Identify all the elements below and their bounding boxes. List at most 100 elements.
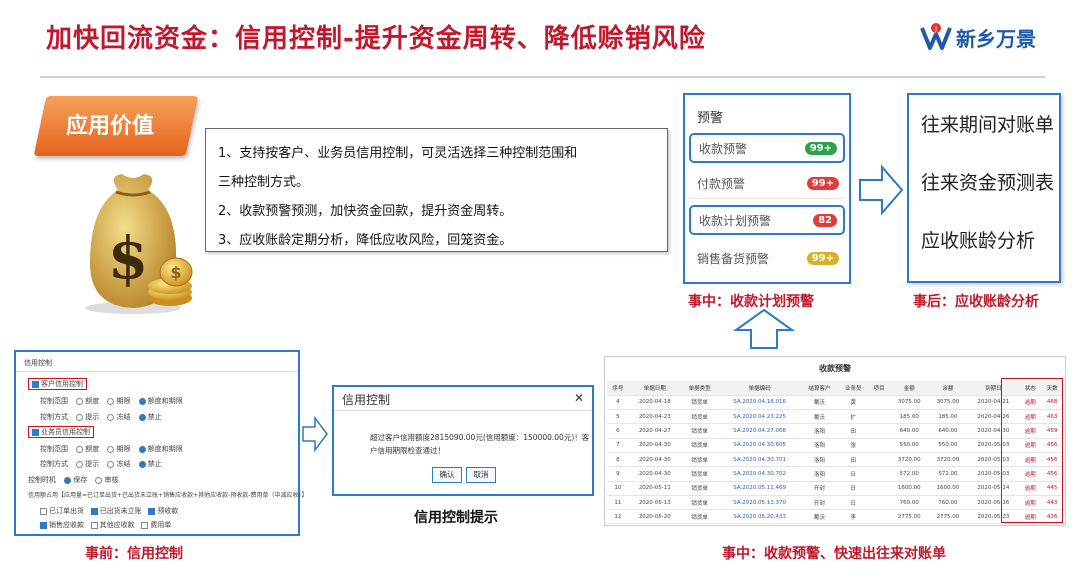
- radio-label: 审核: [104, 476, 119, 484]
- checkbox-icon[interactable]: [40, 521, 47, 529]
- table-cell: 6: [607, 423, 629, 439]
- radio-icon[interactable]: [138, 397, 146, 405]
- radio-icon[interactable]: [138, 445, 146, 453]
- confirm-button[interactable]: 确认: [432, 467, 462, 483]
- warning-item-receipt[interactable]: 收款预警 99+: [689, 133, 845, 163]
- table-cell: [868, 481, 890, 496]
- radio-label: 额度和期限: [147, 445, 183, 453]
- table-cell: SA.2020.04.23.225: [718, 409, 801, 425]
- table-cell: 2020-04-23: [628, 409, 681, 425]
- cancel-button[interactable]: 取消: [466, 467, 496, 483]
- checkbox-icon[interactable]: [40, 507, 47, 515]
- arrow-right-icon: [858, 164, 904, 216]
- table-cell: 2020-04-18: [628, 395, 681, 411]
- table-cell: 1600.00: [928, 481, 968, 496]
- table-cell: 550.00: [889, 438, 929, 453]
- table-cell: 日: [838, 466, 869, 482]
- table-cell: 戴沃: [800, 509, 839, 525]
- credit-formula-text: 信用额占用【应用量=已订单出货+已出货未立账+销售应收款+其他应收款-预收款-费…: [28, 492, 308, 499]
- after-item[interactable]: 应收账龄分析: [921, 221, 1047, 279]
- table-header-row: 序号 单据日期 单据类型 单据编码 结算客户 业务员 项目 金额 余额 到期日 …: [607, 381, 1063, 396]
- table-cell: 4: [607, 395, 629, 411]
- checkbox-icon[interactable]: [90, 507, 98, 515]
- table-row[interactable]: 8 2020-04-30 销货单 SA.2020.04.30.701 洛阳田 3720.0…: [607, 452, 1063, 468]
- checkbox-icon[interactable]: [141, 521, 149, 529]
- after-item[interactable]: 往来期间对账单: [921, 105, 1054, 163]
- table-cell: 田: [838, 423, 869, 439]
- warning-item-label: 销售备货预警: [697, 251, 770, 266]
- radio-label: 提示: [85, 460, 100, 468]
- table-cell: 640.00: [889, 423, 929, 439]
- table-cell: SA.2020.04.18.016: [718, 395, 801, 411]
- table-cell: 2775.00: [928, 509, 968, 525]
- checkbox-label: 已订单出货: [49, 507, 84, 515]
- table-row[interactable]: 5 2020-04-23 销货单 SA.2020.04.23.225 戴沃扩 185.00…: [607, 409, 1063, 425]
- table-cell: 2020-04-30: [628, 438, 681, 453]
- table-row[interactable]: 9 2020-04-30 销货单 SA.2020.04.30.702 洛阳日 572.00…: [607, 466, 1063, 482]
- table-row[interactable]: 11 2020-05-13 销货单 SA.2020.05.13.370 开封日 760.0…: [607, 495, 1063, 511]
- table-row[interactable]: 7 2020-04-30 销货单 SA.2020.04.30.605 洛阳张 550.00…: [607, 438, 1063, 453]
- warning-item-label: 付款预警: [697, 177, 746, 191]
- table-cell: 8: [607, 452, 629, 468]
- credit-settings-title: 信用控制: [16, 352, 298, 372]
- checkbox-label: 已出货未立账: [99, 507, 142, 515]
- salesperson-credit-option[interactable]: 业务员信用控制: [28, 426, 94, 438]
- warning-item-receipt-plan[interactable]: 收款计划预警 82: [689, 205, 845, 235]
- table-cell: 760.00: [889, 495, 929, 511]
- table-cell: 572.00: [928, 466, 968, 482]
- overdue-highlight-frame: [1001, 378, 1063, 523]
- radio-label: 额度: [85, 397, 100, 405]
- table-row[interactable]: 6 2020-04-27 销货单 SA.2020.04.27.066 洛阳田 640.00…: [607, 423, 1063, 439]
- table-cell: 2020-05-20: [628, 509, 681, 525]
- scope-label: 控制范围: [40, 445, 68, 453]
- radio-icon[interactable]: [95, 476, 103, 484]
- radio-label: 提示: [85, 413, 100, 421]
- checkbox-icon[interactable]: [148, 507, 156, 515]
- radio-icon[interactable]: [107, 460, 115, 468]
- table-row[interactable]: 12 2020-05-20 销货单 SA.2020.05.20.433 戴沃李 2775.…: [607, 509, 1063, 525]
- table-cell: 销货单: [680, 438, 719, 453]
- radio-icon[interactable]: [76, 397, 84, 405]
- warning-count-badge: 82: [813, 213, 837, 227]
- radio-icon[interactable]: [76, 460, 84, 468]
- radio-icon[interactable]: [107, 413, 115, 421]
- customer-credit-option[interactable]: 客户信用控制: [28, 378, 87, 390]
- table-cell: SA.2020.05.13.370: [718, 495, 801, 511]
- radio-icon[interactable]: [138, 413, 146, 421]
- column-header: 结算客户: [800, 381, 839, 396]
- close-icon[interactable]: ✕: [574, 391, 584, 406]
- table-cell: 185.00: [928, 409, 968, 425]
- radio-icon[interactable]: [76, 445, 84, 453]
- credit-dialog-caption: 信用控制提示: [414, 510, 498, 526]
- after-item[interactable]: 往来资金预测表: [921, 163, 1054, 221]
- radio-icon[interactable]: [107, 397, 115, 405]
- receivable-table-caption: 事中：收款预警、快速出往来对账单: [722, 546, 946, 562]
- table-cell: [868, 423, 890, 439]
- warning-item-stock[interactable]: 销售备货预警 99+: [689, 243, 845, 273]
- table-cell: 洛阳: [800, 452, 839, 468]
- table-cell: 7: [607, 438, 629, 453]
- table-cell: SA.2020.04.27.066: [718, 423, 801, 439]
- warning-count-badge: 99+: [806, 177, 839, 190]
- checkbox-icon[interactable]: [90, 521, 98, 529]
- table-row[interactable]: 4 2020-04-18 销货单 SA.2020.04.18.016 戴沃黄 3075.0…: [607, 395, 1063, 411]
- table-row[interactable]: 10 2020-05-11 销货单 SA.2020.05.11.469 开封日 1600.…: [607, 481, 1063, 496]
- money-bag-icon: $ $: [78, 168, 198, 318]
- table-cell: 日: [838, 495, 869, 511]
- radio-icon[interactable]: [64, 476, 72, 484]
- radio-icon[interactable]: [76, 413, 84, 421]
- arrow-right-icon: [301, 416, 329, 452]
- radio-icon[interactable]: [138, 460, 146, 468]
- warning-item-payment[interactable]: 付款预警 99+: [689, 169, 845, 199]
- column-header: 业务员: [838, 381, 869, 396]
- table-cell: 洛阳: [800, 438, 839, 453]
- table-title: 收款预警: [819, 364, 851, 373]
- table-cell: [868, 438, 890, 453]
- dialog-message: 超过客户信用额度2815090.00元(信用额度：150000.00元)！客户信…: [370, 433, 590, 455]
- description-line: 2、收款预警预测，加快资金回款，提升资金周转。: [218, 204, 513, 219]
- table-cell: 3720.00: [889, 452, 929, 468]
- table-cell: [868, 395, 890, 411]
- table-cell: 550.00: [928, 438, 968, 453]
- radio-label: 保存: [73, 476, 88, 484]
- radio-icon[interactable]: [107, 445, 115, 453]
